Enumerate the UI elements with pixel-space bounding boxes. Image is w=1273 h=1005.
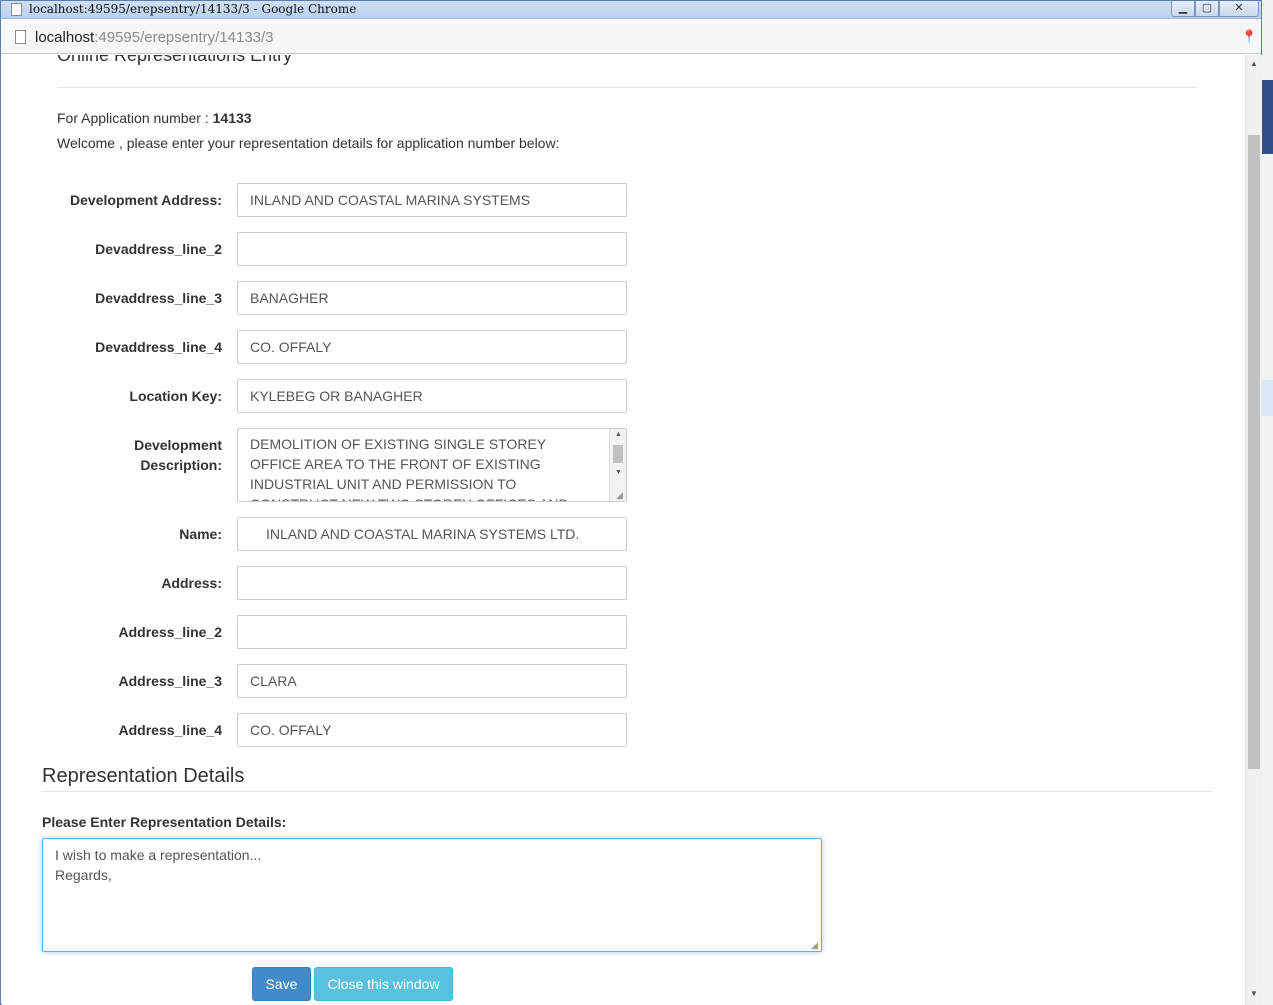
page-title: Online Representations Entry: [57, 55, 293, 65]
url-host: localhost: [35, 29, 95, 46]
devaddress-line-3-input[interactable]: BANAGHER: [237, 281, 627, 315]
address-label: Address:: [161, 575, 222, 591]
page-scrollbar[interactable]: ▲ ▼: [1245, 55, 1262, 1005]
application-number-line: For Application number : 14133: [57, 110, 252, 126]
background-panel: [1262, 80, 1273, 154]
pin-icon[interactable]: 📍: [1241, 29, 1257, 45]
address-bar[interactable]: localhost:49595/erepsentry/14133/3 📍: [1, 20, 1261, 54]
representation-textarea[interactable]: I wish to make a representation... Regar…: [42, 838, 822, 952]
page-content: Online Representations Entry For Applica…: [2, 55, 1245, 1005]
divider: [42, 791, 1212, 792]
page-icon: [11, 3, 22, 16]
address-input[interactable]: [237, 566, 627, 600]
scroll-thumb[interactable]: [1248, 135, 1260, 769]
scroll-down-icon[interactable]: ▼: [1250, 989, 1258, 998]
application-prefix: For Application number :: [57, 110, 213, 126]
welcome-text: Welcome , please enter your representati…: [57, 135, 560, 151]
name-input[interactable]: INLAND AND COASTAL MARINA SYSTEMS LTD.: [237, 517, 627, 551]
address-line-4-label: Address_line_4: [118, 722, 223, 738]
maximize-button[interactable]: ▢: [1195, 1, 1219, 17]
background-panel: [1262, 380, 1273, 416]
location-key-label: Location Key:: [129, 388, 222, 404]
scroll-thumb[interactable]: [613, 445, 623, 463]
window-title: localhost:49595/erepsentry/14133/3 - Goo…: [29, 2, 357, 16]
address-line-4-input[interactable]: CO. OFFALY: [237, 713, 627, 747]
development-description-label: Development Description:: [22, 435, 222, 475]
development-description-label-line2: Description:: [140, 457, 222, 473]
address-line-2-input[interactable]: [237, 615, 627, 649]
url-path: :49595/erepsentry/14133/3: [94, 29, 274, 46]
background-window: [1262, 0, 1273, 1005]
address-line-3-label: Address_line_3: [118, 673, 223, 689]
representation-section-title: Representation Details: [42, 765, 245, 787]
page-icon: [15, 30, 26, 44]
url-field[interactable]: localhost:49595/erepsentry/14133/3: [35, 29, 274, 46]
close-window-button[interactable]: ✕: [1219, 1, 1259, 17]
development-description-label-line1: Development: [134, 437, 222, 453]
devaddress-line-2-input[interactable]: [237, 232, 627, 266]
divider: [57, 87, 1197, 88]
name-label: Name:: [179, 526, 222, 542]
scroll-up-icon[interactable]: ▲: [615, 431, 622, 438]
address-line-3-input[interactable]: CLARA: [237, 664, 627, 698]
scroll-up-icon[interactable]: ▲: [1250, 59, 1258, 68]
close-window-button[interactable]: Close this window: [314, 967, 453, 1001]
minimize-button[interactable]: ▁: [1171, 1, 1195, 17]
application-number: 14133: [212, 110, 252, 126]
development-description-textarea[interactable]: DEMOLITION OF EXISTING SINGLE STOREY OFF…: [237, 428, 627, 502]
title-bar: localhost:49595/erepsentry/14133/3 - Goo…: [1, 1, 1261, 19]
resize-grip-icon[interactable]: ◢: [811, 940, 821, 950]
resize-grip-icon[interactable]: ◢: [616, 490, 626, 500]
browser-window: localhost:49595/erepsentry/14133/3 - Goo…: [0, 0, 1262, 1005]
address-line-2-label: Address_line_2: [118, 624, 223, 640]
devaddress-line-2-label: Devaddress_line_2: [95, 241, 222, 257]
development-address-input[interactable]: INLAND AND COASTAL MARINA SYSTEMS: [237, 183, 627, 217]
devaddress-line-4-input[interactable]: CO. OFFALY: [237, 330, 627, 364]
location-key-input[interactable]: KYLEBEG OR BANAGHER: [237, 379, 627, 413]
save-button[interactable]: Save: [252, 967, 311, 1001]
scroll-down-icon[interactable]: ▼: [615, 469, 622, 476]
devaddress-line-4-label: Devaddress_line_4: [95, 339, 222, 355]
devaddress-line-3-label: Devaddress_line_3: [95, 290, 222, 306]
representation-label: Please Enter Representation Details:: [42, 814, 287, 830]
development-address-label: Development Address:: [70, 192, 222, 208]
